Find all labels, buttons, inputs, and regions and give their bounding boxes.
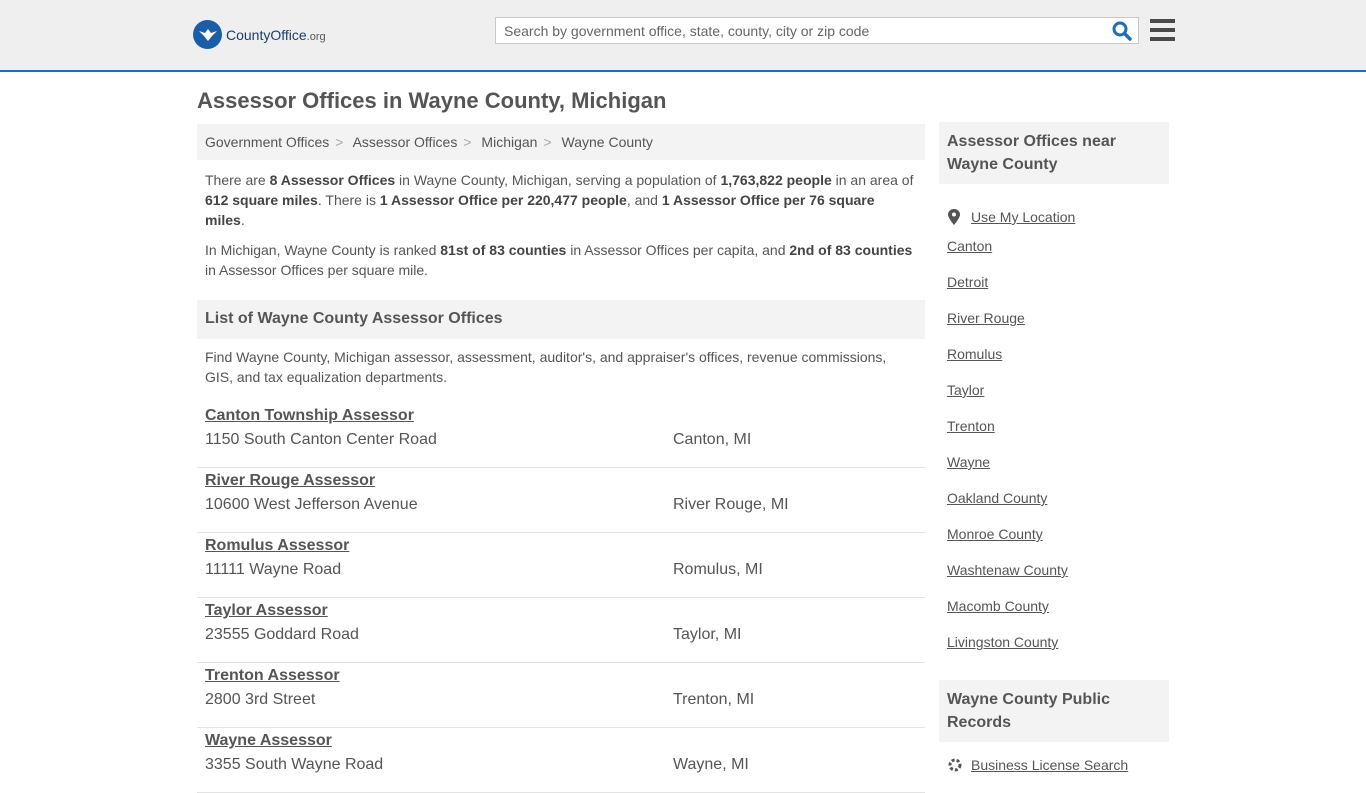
office-item: Trenton Assessor 2800 3rd Street Trenton…	[197, 663, 925, 728]
sidebar-link[interactable]: Wayne	[947, 451, 1075, 487]
office-address: 10600 West Jefferson Avenue	[205, 496, 418, 513]
breadcrumb-item[interactable]: Assessor Offices	[353, 134, 458, 150]
list-description: Find Wayne County, Michigan assessor, as…	[205, 349, 887, 385]
map-pin-icon	[948, 209, 960, 225]
sidebar-link[interactable]: Monroe County	[947, 523, 1075, 559]
office-item: Wayne Assessor 3355 South Wayne Road Way…	[197, 728, 925, 793]
site-logo[interactable]: CountyOffice.org	[193, 20, 326, 49]
sidebar-link[interactable]: Taylor	[947, 379, 1075, 415]
sidebar-link[interactable]: Canton	[947, 235, 1075, 271]
search-box	[495, 17, 1139, 44]
sidebar-link[interactable]: Washtenaw County	[947, 559, 1075, 595]
office-city: River Rouge, MI	[673, 496, 789, 513]
sidebar-nearby-heading: Assessor Offices near Wayne County	[939, 122, 1169, 184]
list-heading: List of Wayne County Assessor Offices	[197, 300, 925, 339]
sidebar-records-heading: Wayne County Public Records	[939, 680, 1169, 742]
breadcrumb-item[interactable]: Wayne County	[562, 134, 653, 150]
office-city: Wayne, MI	[673, 756, 749, 773]
sidebar-nearby-links: Use My Location Canton Detroit River Rou…	[947, 199, 1075, 667]
gear-icon	[948, 758, 962, 772]
office-address: 1150 South Canton Center Road	[205, 431, 437, 448]
sidebar-link[interactable]: Livingston County	[947, 631, 1075, 667]
office-item: Taylor Assessor 23555 Goddard Road Taylo…	[197, 598, 925, 663]
logo-text: CountyOffice.org	[226, 26, 326, 43]
search-input[interactable]	[496, 18, 1112, 43]
office-city: Canton, MI	[673, 431, 752, 448]
office-name-link[interactable]: Trenton Assessor	[205, 667, 340, 685]
office-address: 11111 Wayne Road	[205, 561, 342, 578]
office-address: 23555 Goddard Road	[205, 626, 359, 643]
sidebar-link[interactable]: Macomb County	[947, 595, 1075, 631]
office-city: Romulus, MI	[673, 561, 763, 578]
page-title: Assessor Offices in Wayne County, Michig…	[197, 88, 667, 113]
office-item: River Rouge Assessor 10600 West Jefferso…	[197, 468, 925, 533]
breadcrumb-item[interactable]: Government Offices	[205, 134, 329, 150]
office-name-link[interactable]: Wayne Assessor	[205, 732, 332, 750]
breadcrumb: Government Offices > Assessor Offices > Mi…	[197, 124, 925, 160]
sidebar-link[interactable]: Detroit	[947, 271, 1075, 307]
office-city: Taylor, MI	[673, 626, 742, 643]
office-name-link[interactable]: Taylor Assessor	[205, 602, 328, 620]
intro-paragraph-1: There are 8 Assessor Offices in Wayne Co…	[205, 172, 914, 228]
office-name-link[interactable]: Romulus Assessor	[205, 537, 349, 555]
office-item: Canton Township Assessor 1150 South Cant…	[197, 403, 925, 468]
office-address: 3355 South Wayne Road	[205, 756, 384, 773]
sidebar-link[interactable]: Romulus	[947, 343, 1075, 379]
office-name-link[interactable]: Canton Township Assessor	[205, 407, 414, 425]
office-city: Trenton, MI	[673, 691, 755, 708]
site-header: CountyOffice.org	[0, 0, 1366, 72]
office-item: Romulus Assessor 11111 Wayne Road Romulu…	[197, 533, 925, 598]
eagle-logo-icon	[193, 20, 222, 49]
intro-text: There are 8 Assessor Offices in Wayne Co…	[205, 170, 917, 290]
sidebar-link[interactable]: River Rouge	[947, 307, 1075, 343]
office-list: Canton Township Assessor 1150 South Cant…	[197, 403, 925, 793]
search-icon[interactable]	[1112, 21, 1132, 46]
hamburger-menu-icon[interactable]	[1150, 19, 1175, 41]
breadcrumb-item[interactable]: Michigan	[481, 134, 537, 150]
business-license-link[interactable]: Business License Search	[947, 757, 1128, 773]
office-address: 2800 3rd Street	[205, 691, 316, 708]
sidebar-link[interactable]: Trenton	[947, 415, 1075, 451]
intro-paragraph-2: In Michigan, Wayne County is ranked 81st…	[205, 242, 913, 278]
sidebar-link[interactable]: Oakland County	[947, 487, 1075, 523]
use-location-link[interactable]: Use My Location	[947, 199, 1075, 235]
office-name-link[interactable]: River Rouge Assessor	[205, 472, 375, 490]
